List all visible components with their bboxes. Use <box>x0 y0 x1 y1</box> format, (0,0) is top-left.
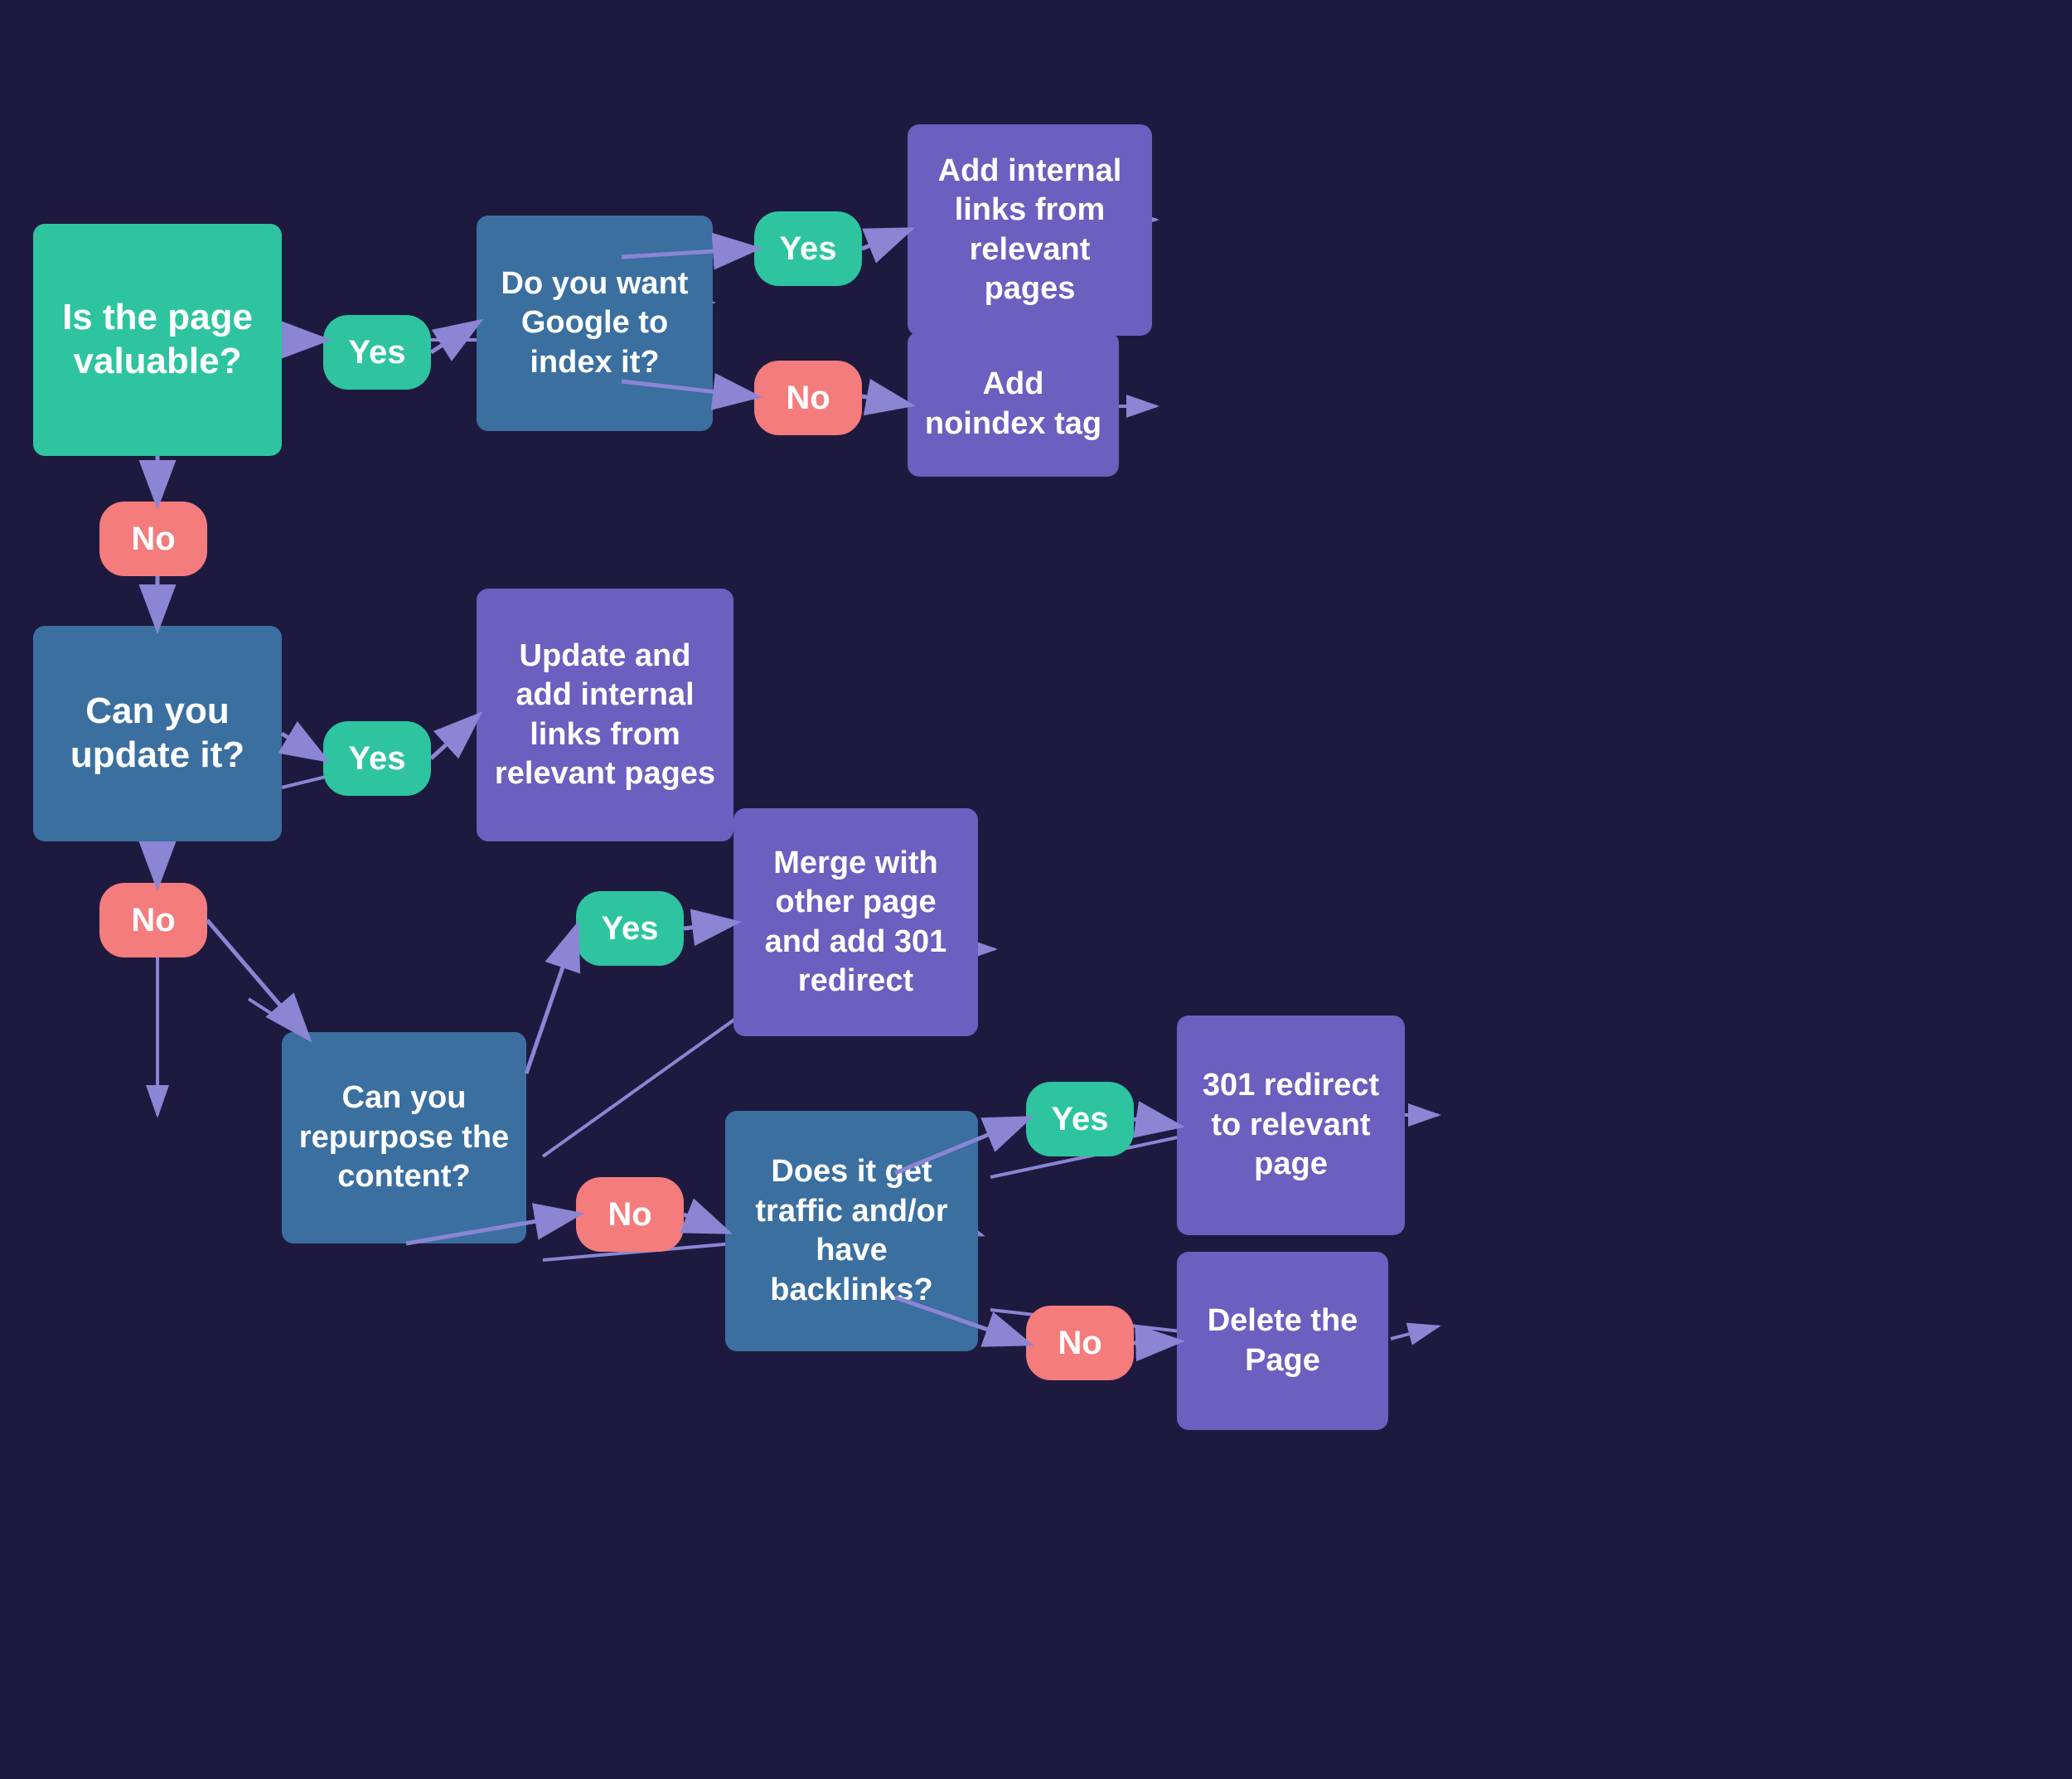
yes-badge-traffic-label: Yes <box>1052 1101 1109 1138</box>
does-it-get-traffic-label: Does it get traffic and/or have backlink… <box>740 1152 963 1310</box>
add-internal-links-node: Add internal links from relevant pages <box>908 124 1152 336</box>
yes-badge-traffic: Yes <box>1026 1082 1134 1156</box>
delete-page-label: Delete the Page <box>1192 1302 1373 1380</box>
yes-badge-repurpose: Yes <box>576 891 684 966</box>
merge-page-node: Merge with other page and add 301 redire… <box>733 808 978 1036</box>
do-you-want-google-label: Do you want Google to index it? <box>491 264 698 383</box>
redirect-301-node: 301 redirect to relevant page <box>1177 1016 1405 1235</box>
no-badge-1-label: No <box>131 521 175 558</box>
do-you-want-google-node: Do you want Google to index it? <box>477 216 713 431</box>
no-badge-google: No <box>754 361 862 435</box>
no-badge-traffic-label: No <box>1058 1325 1101 1362</box>
can-repurpose-node: Can you repurpose the content? <box>282 1032 526 1243</box>
can-you-update-label: Can you update it? <box>50 690 265 778</box>
flowchart: Is the page valuable? Yes Do you want Go… <box>0 0 2072 1779</box>
delete-page-node: Delete the Page <box>1177 1252 1388 1430</box>
no-badge-repurpose-label: No <box>608 1196 651 1234</box>
update-internal-links-label: Update and add internal links from relev… <box>493 637 717 794</box>
yes-badge-google: Yes <box>754 211 862 286</box>
yes-badge-google-label: Yes <box>780 230 837 268</box>
does-it-get-traffic-node: Does it get traffic and/or have backlink… <box>725 1111 978 1351</box>
can-repurpose-label: Can you repurpose the content? <box>297 1079 511 1197</box>
yes-badge-update-label: Yes <box>349 740 406 778</box>
no-badge-google-label: No <box>786 380 830 417</box>
update-internal-links-node: Update and add internal links from relev… <box>477 589 733 841</box>
is-page-valuable-node: Is the page valuable? <box>33 224 282 456</box>
add-noindex-label: Add noindex tag <box>922 365 1104 444</box>
can-you-update-node: Can you update it? <box>33 626 282 841</box>
redirect-301-label: 301 redirect to relevant page <box>1192 1066 1390 1185</box>
no-badge-1: No <box>99 502 207 576</box>
yes-badge-update: Yes <box>323 721 431 796</box>
yes-badge-1: Yes <box>323 315 431 390</box>
add-noindex-node: Add noindex tag <box>908 332 1119 477</box>
no-badge-update-label: No <box>131 902 175 939</box>
no-badge-repurpose: No <box>576 1177 684 1252</box>
yes-badge-1-label: Yes <box>349 334 406 371</box>
add-internal-links-label: Add internal links from relevant pages <box>922 152 1137 309</box>
is-page-valuable-label: Is the page valuable? <box>50 296 265 384</box>
yes-badge-repurpose-label: Yes <box>602 910 659 948</box>
merge-page-label: Merge with other page and add 301 redire… <box>748 844 963 1001</box>
no-badge-update: No <box>99 883 207 957</box>
no-badge-traffic: No <box>1026 1306 1134 1380</box>
